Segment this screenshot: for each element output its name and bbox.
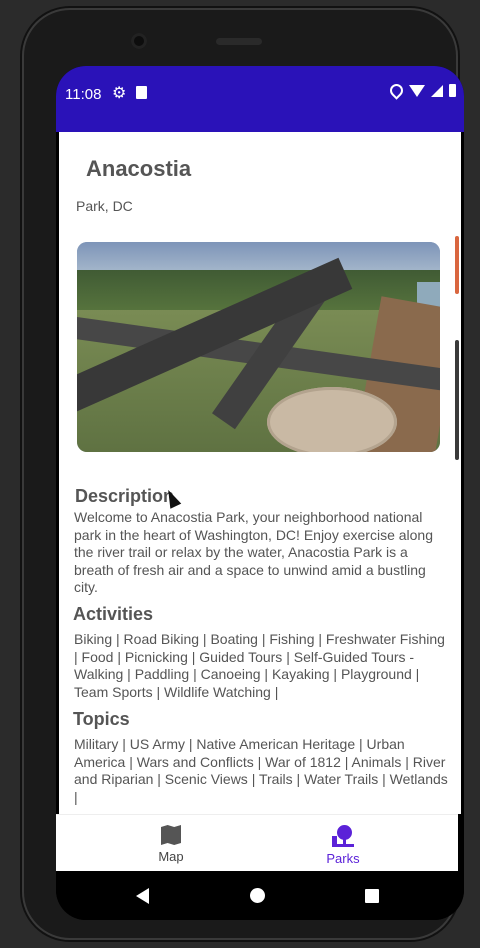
status-icons — [387, 81, 456, 100]
activities-text: Biking | Road Biking | Boating | Fishing… — [74, 631, 445, 700]
home-icon[interactable] — [250, 888, 265, 903]
park-photo — [77, 242, 440, 452]
location-icon — [387, 81, 406, 100]
bottom-navigation: Map Parks — [56, 814, 458, 875]
gear-icon: ⚙ — [112, 85, 127, 102]
topics-text: Military | US Army | Native American Her… — [74, 736, 448, 805]
status-time: 11:08 — [65, 86, 102, 103]
page-title: Anacostia — [86, 156, 192, 181]
wifi-icon — [409, 84, 425, 97]
power-button — [455, 236, 459, 294]
activities-heading: Activities — [73, 604, 154, 624]
park-detail[interactable]: Anacostia Park, DC Description Welcome t… — [59, 132, 461, 814]
system-navigation — [56, 871, 464, 920]
photo-plaza — [267, 387, 397, 452]
map-icon — [161, 825, 181, 845]
recents-icon[interactable] — [365, 889, 379, 903]
status-bar: 11:08 ⚙ — [56, 66, 464, 132]
park-icon — [332, 825, 354, 847]
volume-button — [455, 340, 459, 460]
earpiece-speaker — [216, 38, 262, 45]
nav-map[interactable]: Map — [131, 825, 211, 864]
description-text: Welcome to Anacostia Park, your neighbor… — [74, 509, 434, 595]
park-subtitle: Park, DC — [76, 198, 133, 214]
battery-icon — [449, 84, 456, 97]
topics-heading: Topics — [73, 709, 130, 729]
sd-card-icon — [136, 86, 147, 99]
signal-icon — [431, 84, 443, 97]
nav-map-label: Map — [158, 849, 184, 864]
screen: 11:08 ⚙ Anacostia Park, DC Description W… — [56, 66, 464, 920]
nav-parks-label: Parks — [326, 851, 360, 866]
nav-parks[interactable]: Parks — [303, 825, 383, 866]
description-heading: Description — [75, 486, 175, 506]
back-icon[interactable] — [136, 888, 149, 904]
phone-frame: 11:08 ⚙ Anacostia Park, DC Description W… — [22, 8, 464, 940]
front-camera — [131, 33, 147, 49]
